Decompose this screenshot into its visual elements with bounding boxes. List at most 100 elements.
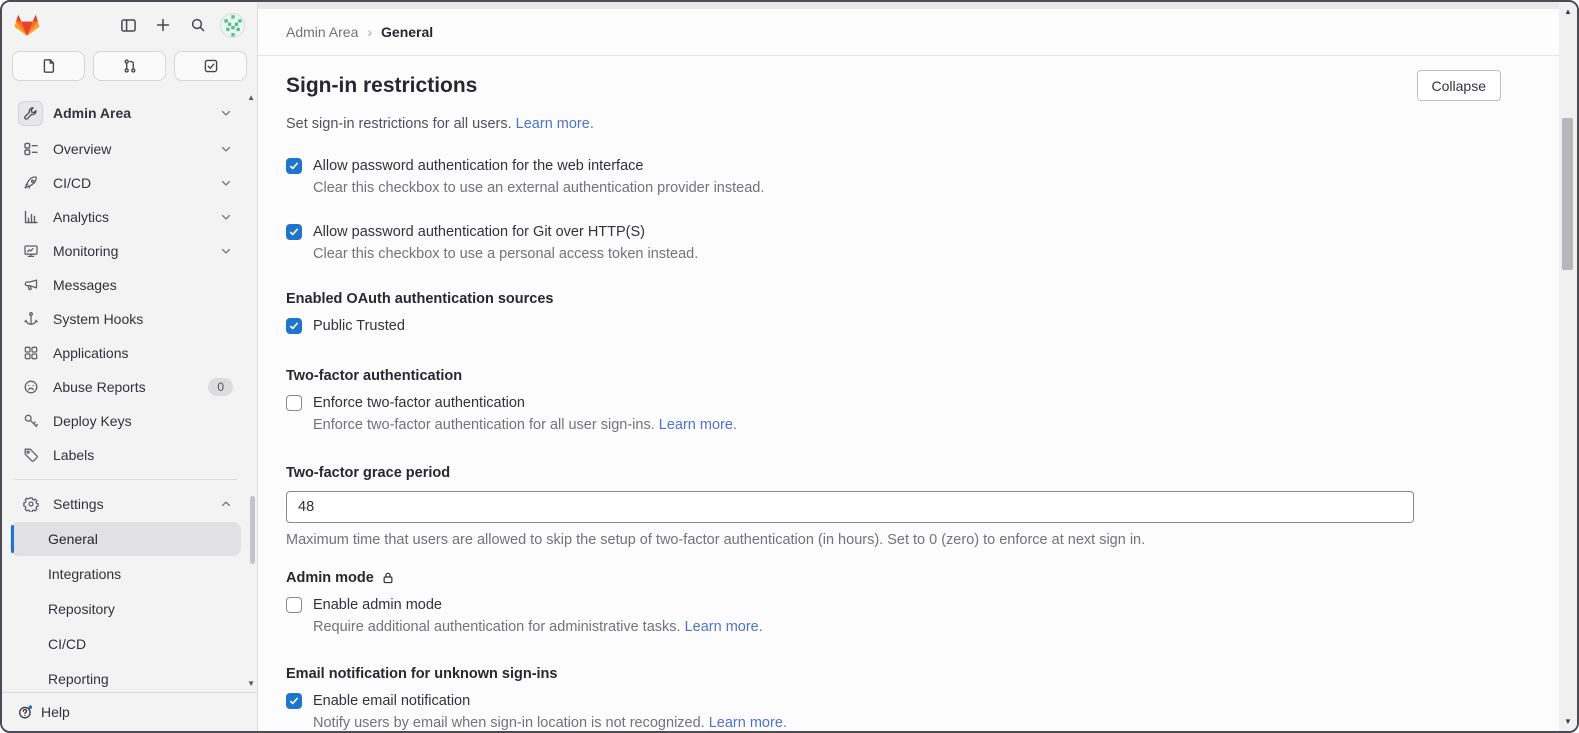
help-icon (17, 704, 34, 720)
page-header: Sign-in restrictions Collapse (286, 70, 1501, 101)
two-factor-section-label: Two-factor authentication (286, 368, 1501, 384)
chevron-down-icon (219, 210, 233, 224)
sidebar-item-overview[interactable]: Overview (10, 132, 241, 166)
sidebar-scrollbar-thumb[interactable] (250, 496, 255, 564)
checkbox-text: Allow password authentication for Git ov… (313, 222, 698, 264)
sidebar-context-admin-area[interactable]: Admin Area (10, 94, 241, 132)
checkbox-text: Allow password authentication for the we… (313, 156, 764, 198)
enable-email-notification-checkbox-row: Enable email notification Notify users b… (286, 691, 1501, 731)
applications-icon (23, 345, 39, 361)
rocket-icon (23, 175, 39, 191)
checkbox-label: Enforce two-factor authentication (313, 393, 737, 414)
sidebar-item-repository[interactable]: Repository (10, 592, 241, 626)
megaphone-icon (23, 277, 39, 293)
merge-request-icon[interactable] (93, 51, 166, 81)
password-git-checkbox-row: Allow password authentication for Git ov… (286, 222, 1501, 264)
sidebar-item-monitoring[interactable]: Monitoring (10, 234, 241, 268)
public-trusted-checkbox[interactable] (286, 318, 302, 334)
sidebar-item-label: Repository (48, 601, 115, 617)
enforce-2fa-checkbox[interactable] (286, 395, 302, 411)
sidebar-item-label: Deploy Keys (53, 413, 233, 429)
sidebar: ▲ Admin Area (2, 2, 258, 731)
sidebar-item-integrations[interactable]: Integrations (10, 557, 241, 591)
wrench-icon (18, 101, 43, 126)
user-avatar[interactable] (220, 13, 245, 38)
sidebar-item-reporting[interactable]: Reporting (10, 662, 241, 692)
abuse-reports-count-badge: 0 (208, 378, 233, 396)
sidebar-item-system-hooks[interactable]: System Hooks (10, 302, 241, 336)
settings-content: Sign-in restrictions Collapse Set sign-i… (258, 56, 1577, 731)
helper-text: Enforce two-factor authentication for al… (313, 417, 655, 433)
key-icon (23, 413, 39, 429)
main-scrollbar[interactable]: ▲ ▼ (1559, 2, 1577, 731)
breadcrumb-admin-area[interactable]: Admin Area (286, 24, 358, 40)
chart-icon (23, 209, 39, 225)
sidebar-nav: ▲ Admin Area (2, 90, 257, 692)
plus-icon[interactable] (150, 12, 176, 38)
sidebar-shortcuts (2, 48, 257, 90)
sidebar-item-abuse-reports[interactable]: Abuse Reports 0 (10, 370, 241, 404)
sidebar-item-labels[interactable]: Labels (10, 438, 241, 472)
password-web-checkbox-row: Allow password authentication for the we… (286, 156, 1501, 198)
learn-more-link[interactable]: Learn more. (516, 116, 594, 132)
password-git-checkbox[interactable] (286, 224, 302, 240)
monitor-icon (23, 243, 39, 259)
chevron-down-icon (219, 106, 233, 120)
sidebar-item-label: Messages (53, 277, 233, 293)
sidebar-item-help[interactable]: Help (2, 692, 257, 731)
sidebar-item-label: Analytics (53, 209, 209, 225)
sidebar-item-label: Help (41, 704, 70, 720)
sidebar-item-applications[interactable]: Applications (10, 336, 241, 370)
todo-icon[interactable] (174, 51, 247, 81)
password-web-checkbox[interactable] (286, 158, 302, 174)
collapse-button[interactable]: Collapse (1417, 70, 1501, 101)
checkbox-helper: Require additional authentication for ad… (313, 617, 763, 637)
panel-toggle-icon[interactable] (115, 12, 141, 38)
learn-more-link[interactable]: Learn more. (685, 619, 763, 635)
sidebar-item-cicd[interactable]: CI/CD (10, 166, 241, 200)
breadcrumb-separator-icon: › (367, 24, 372, 40)
search-icon[interactable] (185, 12, 211, 38)
sidebar-item-settings[interactable]: Settings (10, 487, 241, 521)
scrollbar-down-icon[interactable]: ▼ (1559, 717, 1577, 726)
checkbox-label: Enable admin mode (313, 595, 763, 616)
learn-more-link[interactable]: Learn more. (709, 715, 787, 731)
sidebar-item-settings-cicd[interactable]: CI/CD (10, 627, 241, 661)
sidebar-item-label: Labels (53, 447, 233, 463)
top-strip (258, 2, 1577, 9)
sidebar-scroll-down-icon[interactable]: ▼ (247, 680, 255, 688)
sidebar-item-label: Monitoring (53, 243, 209, 259)
grace-period-input[interactable] (286, 491, 1414, 523)
sidebar-item-analytics[interactable]: Analytics (10, 200, 241, 234)
labels-icon (23, 447, 39, 463)
sidebar-item-label: Settings (53, 496, 209, 512)
sidebar-scroll-up-icon[interactable]: ▲ (247, 94, 255, 102)
scrollbar-up-icon[interactable]: ▲ (1559, 7, 1577, 16)
gitlab-logo (14, 12, 42, 38)
hook-icon (23, 311, 39, 327)
helper-text: Notify users by email when sign-in locat… (313, 715, 705, 731)
chevron-down-icon (219, 142, 233, 156)
sidebar-item-general[interactable]: General (10, 522, 241, 556)
checkbox-helper: Clear this checkbox to use an external a… (313, 178, 764, 198)
checkbox-label: Enable email notification (313, 691, 787, 712)
learn-more-link[interactable]: Learn more. (659, 417, 737, 433)
email-notification-section-label: Email notification for unknown sign-ins (286, 666, 1501, 682)
scrollbar-thumb[interactable] (1562, 118, 1573, 270)
chevron-down-icon (219, 176, 233, 190)
checkbox-text: Enable admin mode Require additional aut… (313, 595, 763, 637)
checkbox-label: Public Trusted (313, 316, 405, 337)
issues-icon[interactable] (12, 51, 85, 81)
checkbox-helper: Enforce two-factor authentication for al… (313, 415, 737, 435)
enable-admin-mode-checkbox-row: Enable admin mode Require additional aut… (286, 595, 1501, 637)
sidebar-item-deploy-keys[interactable]: Deploy Keys (10, 404, 241, 438)
admin-mode-section-label: Admin mode (286, 570, 1501, 586)
lock-icon (381, 571, 395, 585)
enable-admin-mode-checkbox[interactable] (286, 597, 302, 613)
sidebar-item-label: Abuse Reports (53, 379, 198, 395)
chevron-down-icon (219, 244, 233, 258)
sidebar-item-messages[interactable]: Messages (10, 268, 241, 302)
lead-text: Set sign-in restrictions for all users. (286, 116, 512, 132)
chevron-up-icon (219, 497, 233, 511)
enable-email-notification-checkbox[interactable] (286, 693, 302, 709)
